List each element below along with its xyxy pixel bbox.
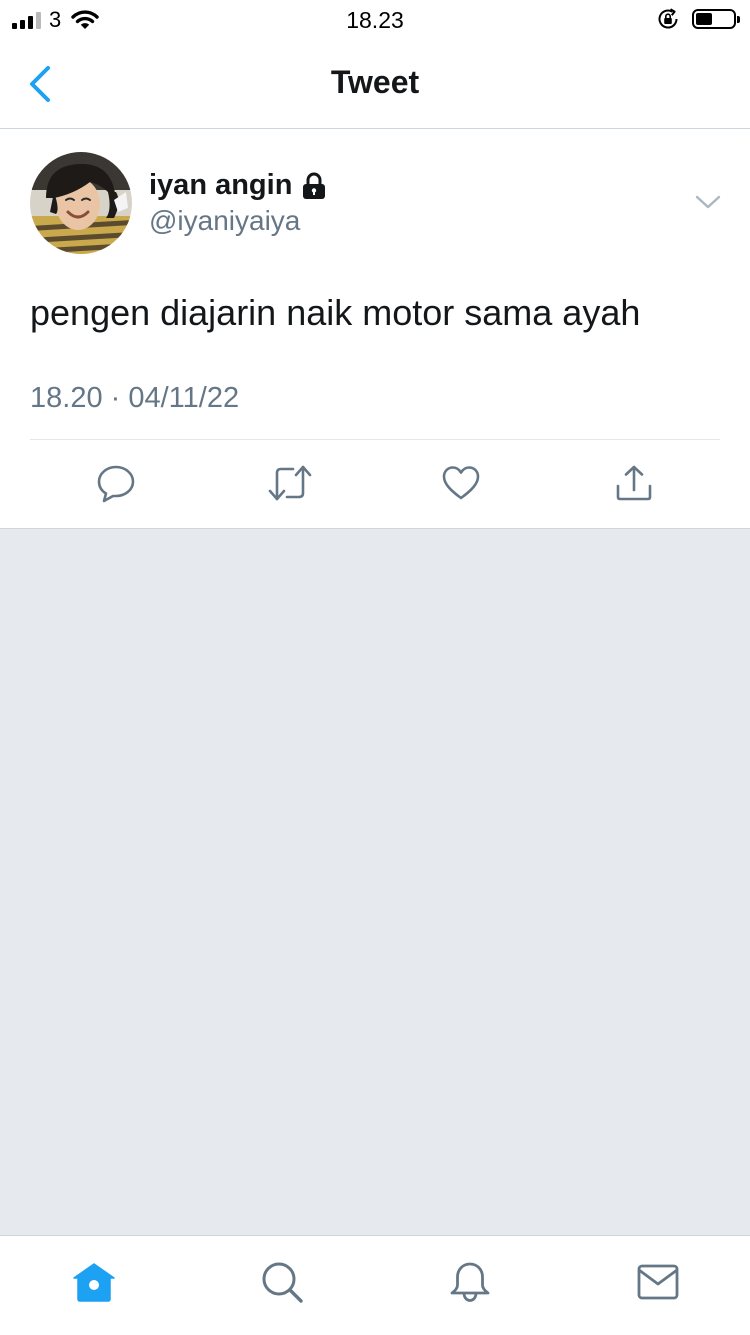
tweet-timestamp: 18.20 · 04/11/22 bbox=[30, 382, 240, 414]
tweet-options-button[interactable] bbox=[694, 191, 722, 213]
status-time: 18.23 bbox=[346, 7, 404, 33]
retweet-button[interactable] bbox=[268, 463, 312, 503]
reply-button[interactable] bbox=[96, 463, 136, 503]
tab-messages[interactable] bbox=[636, 1260, 680, 1304]
author-name[interactable]: iyan angin bbox=[149, 169, 327, 202]
rotation-lock-icon bbox=[658, 8, 678, 29]
lock-icon bbox=[303, 172, 326, 199]
reply-icon bbox=[97, 465, 135, 503]
author-handle[interactable]: @iyaniyaiya bbox=[149, 205, 300, 237]
tweet-text: pengen diajarin naik motor sama ayah bbox=[30, 292, 641, 333]
author-name-text: iyan angin bbox=[149, 169, 293, 201]
retweet-icon bbox=[268, 465, 312, 501]
status-right bbox=[656, 7, 740, 31]
tab-search[interactable] bbox=[260, 1260, 304, 1304]
tweet-detail: iyan angin @iyaniyaiya pengen diajarin n… bbox=[0, 129, 750, 529]
battery-icon bbox=[692, 9, 740, 29]
avatar[interactable] bbox=[30, 152, 132, 254]
chevron-down-icon bbox=[695, 195, 721, 209]
home-icon bbox=[73, 1263, 115, 1302]
like-button[interactable] bbox=[441, 463, 481, 503]
divider bbox=[30, 439, 720, 440]
heart-icon bbox=[442, 466, 480, 500]
status-bar: 3 18.23 bbox=[0, 0, 750, 40]
tab-bar bbox=[0, 1235, 750, 1335]
navigation-bar: Tweet bbox=[0, 40, 750, 129]
share-icon bbox=[616, 465, 652, 501]
search-icon bbox=[262, 1262, 303, 1303]
share-button[interactable] bbox=[614, 463, 654, 503]
avatar-photo bbox=[30, 152, 132, 254]
page-title: Tweet bbox=[330, 64, 420, 100]
tab-notifications[interactable] bbox=[448, 1260, 492, 1304]
bell-icon bbox=[450, 1262, 490, 1302]
mail-icon bbox=[637, 1264, 679, 1300]
tab-home[interactable] bbox=[72, 1260, 116, 1304]
